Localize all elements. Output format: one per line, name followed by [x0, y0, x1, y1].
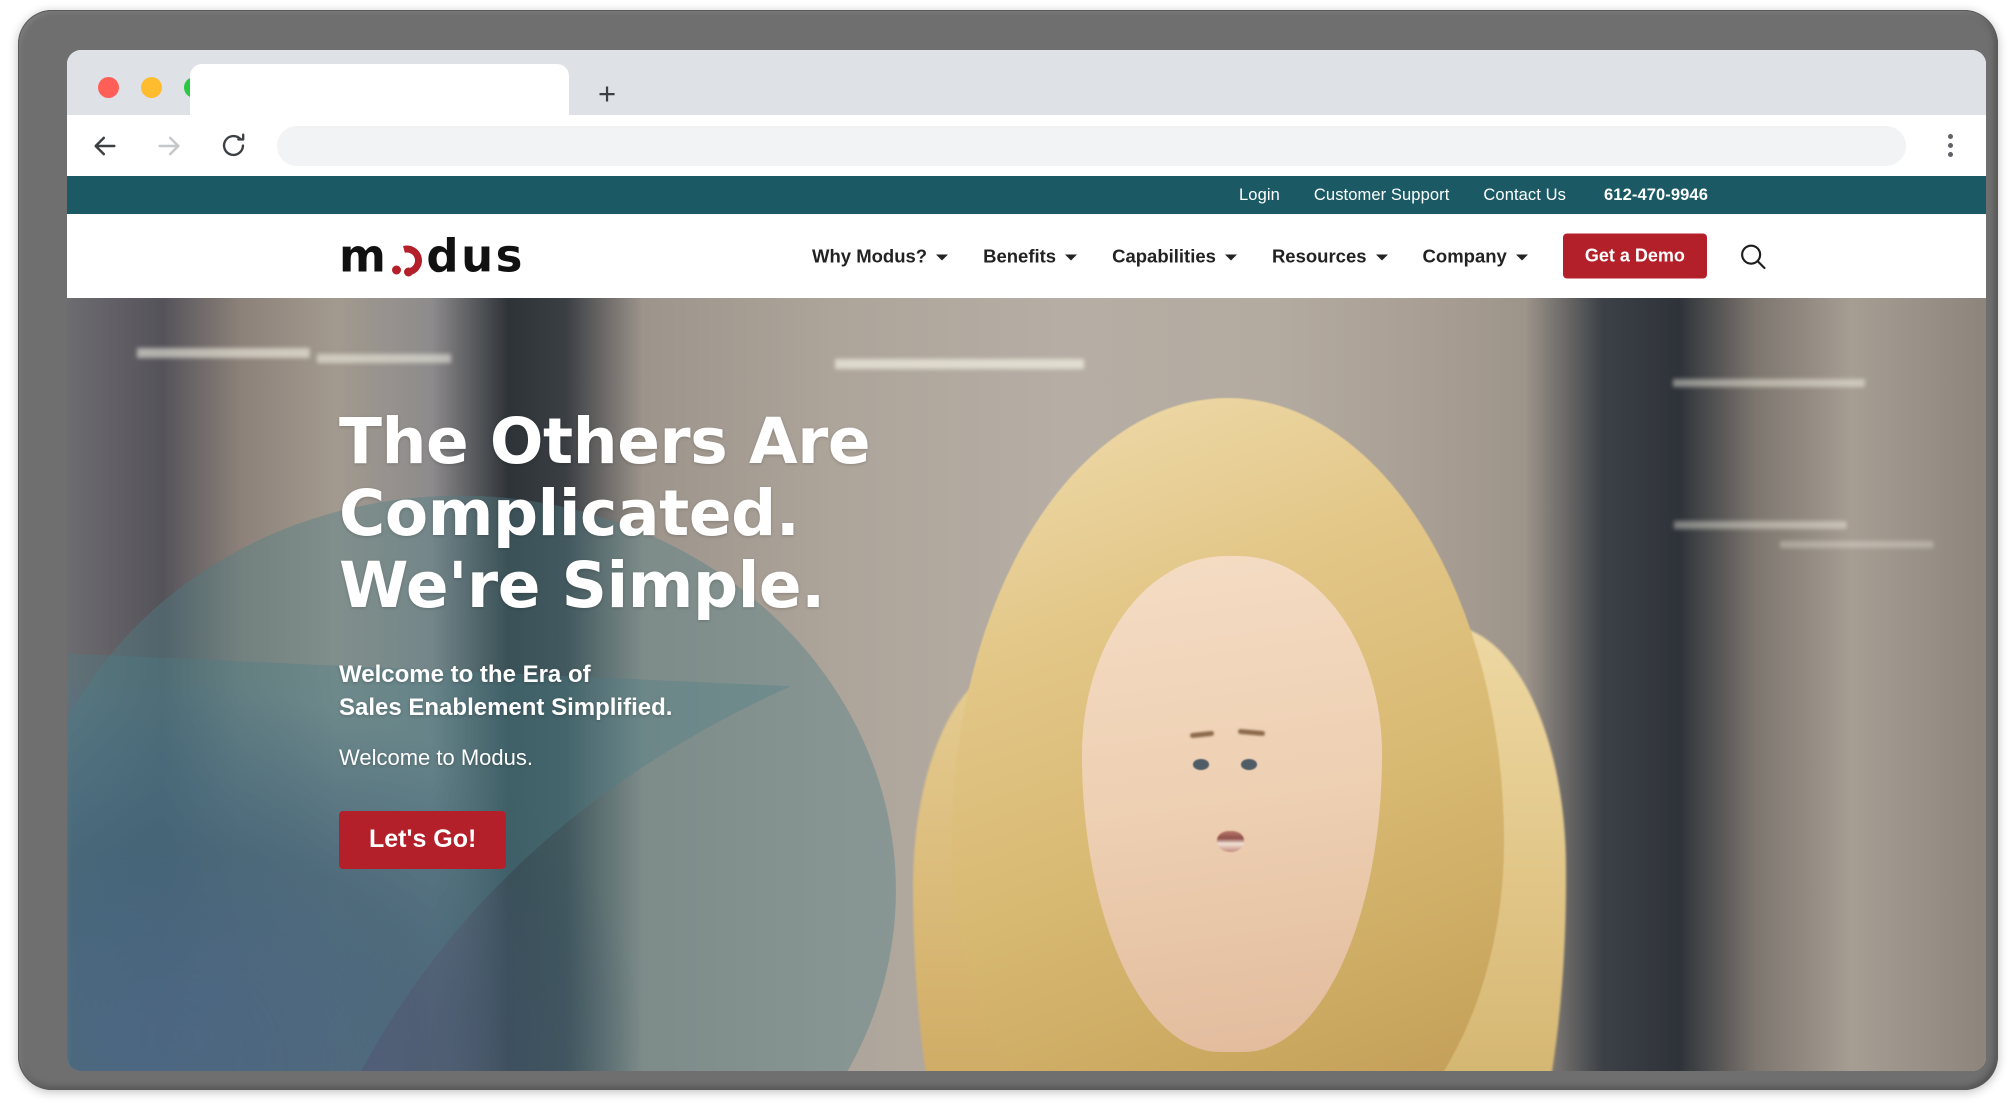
nav-item-label: Company — [1422, 245, 1507, 266]
nav-item-capabilities[interactable]: Capabilities — [1112, 245, 1237, 267]
forward-arrow-icon — [158, 136, 180, 155]
nav-item-benefits[interactable]: Benefits — [983, 245, 1078, 267]
logo-dot — [392, 265, 402, 274]
chevron-down-icon — [1515, 254, 1528, 261]
utility-link-login[interactable]: Login — [1239, 186, 1280, 205]
hero-subheadline: Welcome to the Era of Sales Enablement S… — [339, 659, 1199, 724]
browser-menu-button[interactable] — [1928, 124, 1972, 168]
utility-link-contact-us[interactable]: Contact Us — [1483, 186, 1566, 205]
browser-tab-bar: + — [67, 50, 1986, 121]
hero-section: The Others Are Complicated. We're Simple… — [67, 298, 1986, 1071]
nav-item-label: Benefits — [983, 245, 1057, 266]
chevron-down-icon — [1375, 254, 1388, 261]
reload-button[interactable] — [211, 124, 255, 168]
hero-copy-block: The Others Are Complicated. We're Simple… — [339, 406, 1199, 869]
presenter-eye — [1240, 759, 1258, 771]
nav-item-label: Why Modus? — [812, 245, 928, 266]
hero-headline-line-1: The Others Are — [339, 405, 871, 478]
nav-item-company[interactable]: Company — [1423, 245, 1528, 267]
nav-item-why-modus[interactable]: Why Modus? — [812, 245, 949, 267]
window-traffic-lights — [98, 77, 205, 98]
presenter-eyebrow — [1237, 728, 1265, 736]
new-tab-button[interactable]: + — [586, 72, 628, 114]
minimize-window-button[interactable] — [141, 77, 162, 98]
search-button[interactable] — [1737, 240, 1769, 272]
forward-button[interactable] — [147, 124, 191, 168]
plus-icon: + — [597, 75, 617, 111]
hero-subheadline-line-1: Welcome to the Era of — [339, 661, 591, 689]
hero-subheadline-line-2: Sales Enablement Simplified. — [339, 694, 673, 722]
get-a-demo-button[interactable]: Get a Demo — [1562, 233, 1707, 279]
device-bezel: + Login Customer Support Contact Us 612-… — [18, 10, 1998, 1090]
chevron-down-icon — [1065, 254, 1078, 261]
menu-dot — [1947, 152, 1953, 157]
presenter-mouth — [1216, 831, 1244, 853]
address-bar[interactable] — [277, 125, 1906, 166]
hero-headline-line-3: We're Simple. — [339, 548, 825, 622]
browser-tab[interactable] — [190, 64, 569, 121]
site-header: m dus Why Modus? Benefits Capabilities R… — [67, 214, 1986, 298]
device-screen: + Login Customer Support Contact Us 612-… — [67, 50, 1986, 1071]
hero-tagline: Welcome to Modus. — [339, 744, 534, 770]
nav-item-label: Resources — [1271, 245, 1367, 266]
nav-item-label: Capabilities — [1112, 245, 1216, 266]
close-window-button[interactable] — [98, 77, 119, 98]
chevron-down-icon — [1224, 254, 1237, 261]
back-button[interactable] — [83, 124, 127, 168]
back-arrow-icon — [94, 136, 116, 155]
site-main-nav: Why Modus? Benefits Capabilities Resourc… — [812, 233, 1769, 279]
logo-dot — [404, 267, 414, 276]
logo-text-before: m — [339, 229, 389, 283]
utility-link-phone-number[interactable]: 612-470-9946 — [1604, 186, 1708, 205]
logo-text-after: dus — [426, 229, 525, 283]
hero-headline-line-2: Complicated. — [339, 476, 800, 550]
site-utility-bar: Login Customer Support Contact Us 612-47… — [67, 176, 1986, 214]
menu-dot — [1947, 143, 1953, 148]
nav-item-resources[interactable]: Resources — [1272, 245, 1388, 267]
site-logo[interactable]: m dus — [339, 230, 525, 283]
menu-dot — [1947, 134, 1953, 139]
search-icon — [1740, 244, 1766, 269]
reload-icon — [222, 133, 244, 157]
hero-lets-go-label: Let's Go! — [369, 825, 477, 854]
chevron-down-icon — [936, 254, 949, 261]
hero-headline: The Others Are Complicated. We're Simple… — [339, 406, 1199, 621]
utility-link-customer-support[interactable]: Customer Support — [1314, 186, 1450, 205]
hero-lets-go-button[interactable]: Let's Go! — [339, 810, 507, 869]
modus-logo-mark-icon — [386, 239, 428, 281]
browser-toolbar — [67, 115, 1986, 176]
get-a-demo-label: Get a Demo — [1584, 245, 1685, 266]
